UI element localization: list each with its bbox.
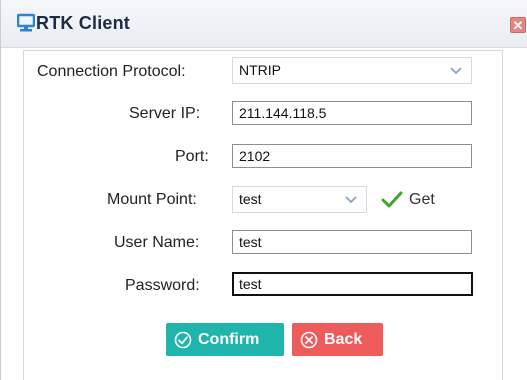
get-button[interactable]: Get bbox=[381, 190, 435, 210]
close-icon: ✕ bbox=[512, 18, 524, 33]
rtk-client-dialog: RTK Client ✕ Connection Protocol: NTRIP … bbox=[0, 0, 527, 380]
back-button[interactable]: Back bbox=[292, 323, 383, 356]
back-label: Back bbox=[324, 330, 363, 348]
confirm-button[interactable]: Confirm bbox=[166, 323, 284, 356]
get-label: Get bbox=[409, 191, 435, 208]
port-input[interactable]: 2102 bbox=[232, 144, 472, 168]
mount-point-label: Mount Point: bbox=[107, 191, 197, 208]
user-name-input[interactable]: test bbox=[232, 230, 472, 254]
connection-protocol-label: Connection Protocol: bbox=[37, 63, 186, 80]
checkmark-icon bbox=[381, 191, 403, 208]
monitor-icon bbox=[17, 13, 35, 32]
confirm-label: Confirm bbox=[198, 330, 260, 348]
mount-point-value: test bbox=[239, 191, 262, 207]
server-ip-input[interactable]: 211.144.118.5 bbox=[232, 101, 472, 125]
connection-protocol-select[interactable]: NTRIP bbox=[232, 57, 472, 84]
server-ip-label: Server IP: bbox=[129, 105, 201, 122]
close-circle-icon bbox=[300, 331, 318, 348]
close-button[interactable]: ✕ bbox=[510, 17, 526, 33]
password-input[interactable]: test bbox=[232, 272, 473, 296]
port-label: Port: bbox=[175, 148, 209, 165]
chevron-down-icon bbox=[345, 196, 357, 204]
password-label: Password: bbox=[125, 277, 200, 294]
connection-protocol-value: NTRIP bbox=[239, 62, 281, 78]
title-bar: RTK Client ✕ bbox=[1, 0, 527, 48]
chevron-down-icon bbox=[450, 67, 462, 75]
user-name-label: User Name: bbox=[114, 234, 200, 251]
check-circle-icon bbox=[174, 331, 192, 348]
window-title: RTK Client bbox=[36, 13, 130, 33]
mount-point-select[interactable]: test bbox=[232, 186, 367, 213]
